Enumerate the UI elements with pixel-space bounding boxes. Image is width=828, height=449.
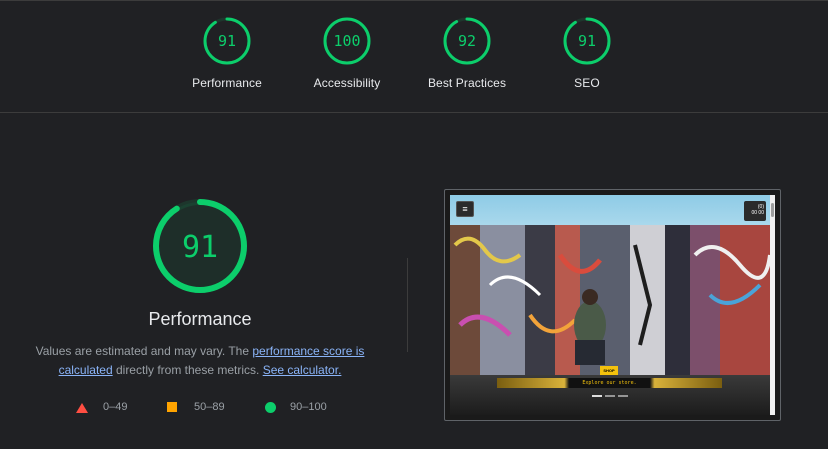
carousel-dot	[592, 395, 602, 397]
page-screenshot-thumbnail[interactable]: ≡ (0) 00 00 SHOP Explore our store.	[444, 189, 781, 421]
performance-title: Performance	[148, 309, 252, 329]
gauge-seo-label: SEO	[574, 76, 600, 90]
performance-gauge-ring: 91	[153, 199, 247, 293]
cart-total: 00 00	[751, 210, 764, 216]
shop-button: SHOP	[600, 366, 618, 375]
desc-text-2: directly from these metrics.	[112, 363, 263, 377]
gauge-accessibility[interactable]: 100 Accessibility	[292, 16, 402, 90]
gauge-seo[interactable]: 91 SEO	[532, 16, 642, 90]
gauge-performance-ring: 91	[203, 17, 251, 65]
gauge-performance[interactable]: 91 Performance	[172, 16, 282, 90]
carousel-dot	[618, 395, 628, 397]
section-divider	[0, 112, 828, 113]
circle-pass-icon	[265, 402, 276, 413]
gauge-performance-label: Performance	[192, 76, 262, 90]
screenshot-header	[450, 195, 770, 225]
gauge-accessibility-label: Accessibility	[313, 76, 381, 90]
desc-text-1: Values are estimated and may vary. The	[35, 344, 253, 358]
performance-description: Values are estimated and may vary. The p…	[30, 342, 370, 380]
performance-gauge: 91	[150, 196, 250, 296]
explore-text: Explore our store.	[582, 380, 637, 386]
scroll-thumb	[771, 203, 774, 217]
category-gauges: 91 Performance 100 Accessibility 92 Best…	[0, 0, 828, 112]
gauge-accessibility-ring: 100	[323, 17, 371, 65]
gauge-best-practices-score: 92	[458, 32, 476, 50]
gauge-best-practices-label: Best Practices	[427, 76, 507, 90]
screenshot-viewport: ≡ (0) 00 00 SHOP Explore our store.	[450, 195, 775, 415]
graffiti-photo	[450, 225, 770, 375]
gauge-accessibility-score: 100	[333, 32, 360, 50]
square-average-icon	[167, 402, 177, 412]
performance-score: 91	[182, 230, 218, 265]
hamburger-icon: ≡	[456, 201, 474, 217]
screenshot-scrollbar	[770, 195, 775, 415]
see-calculator-link[interactable]: See calculator.	[263, 363, 342, 377]
vertical-divider	[407, 258, 408, 352]
carousel-dots	[592, 395, 632, 398]
gauge-seo-score: 91	[578, 32, 596, 50]
legend-fail-range: 0–49	[103, 401, 128, 413]
explore-banner: Explore our store.	[497, 378, 722, 388]
legend-pass-range: 90–100	[290, 401, 327, 413]
gauge-seo-ring: 91	[563, 17, 611, 65]
legend-average-range: 50–89	[194, 401, 225, 413]
gauge-performance-score: 91	[218, 32, 236, 50]
carousel-dot	[605, 395, 615, 397]
gauge-best-practices-ring: 92	[443, 17, 491, 65]
cart-icon: (0) 00 00	[744, 201, 766, 221]
triangle-fail-icon	[76, 403, 88, 413]
gauge-best-practices[interactable]: 92 Best Practices	[412, 16, 522, 90]
